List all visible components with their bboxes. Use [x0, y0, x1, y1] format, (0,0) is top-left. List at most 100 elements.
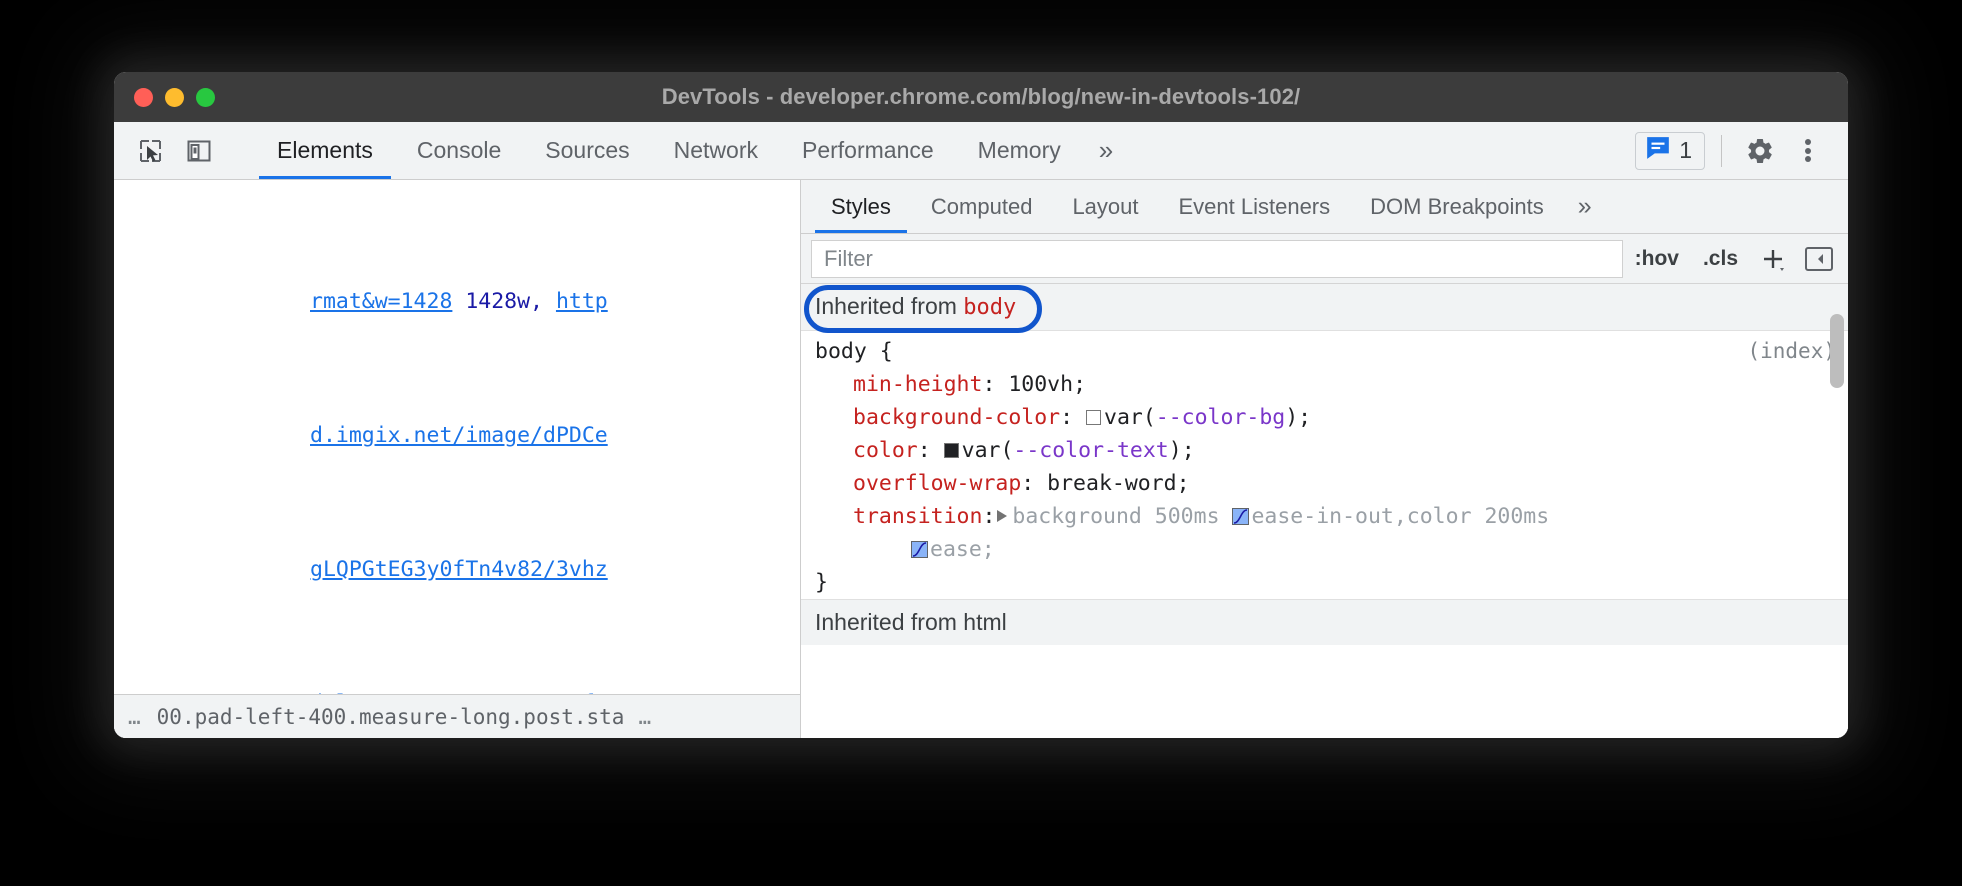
dom-tree-row[interactable]: rmat&w=1428 1428w, http: [114, 285, 800, 319]
inherited-selector[interactable]: body: [963, 295, 1016, 320]
minimize-window-button[interactable]: [165, 88, 184, 107]
css-declaration[interactable]: color: var(--color-text);: [815, 434, 1848, 467]
window-title: DevTools - developer.chrome.com/blog/new…: [114, 84, 1848, 110]
inherited-from-html-header: Inherited from html: [801, 599, 1848, 645]
css-declaration-wrap[interactable]: ease;: [815, 533, 1848, 566]
css-property-name[interactable]: min-height: [853, 372, 982, 397]
css-value-func: var(: [962, 438, 1014, 463]
css-transition-easing-2: ease;: [930, 537, 995, 562]
tab-performance[interactable]: Performance: [780, 122, 956, 179]
css-var-name[interactable]: --color-text: [1013, 438, 1168, 463]
dom-tree-row[interactable]: gLQPGtEG3y0fTn4v82/3vhz: [114, 553, 800, 587]
css-property-value[interactable]: 100vh: [1008, 372, 1073, 397]
issues-button[interactable]: 1: [1635, 132, 1705, 170]
devtools-body: rmat&w=1428 1428w, http d.imgix.net/imag…: [114, 180, 1848, 738]
breadcrumb-item[interactable]: 00.pad-left-400.measure-long.post.sta: [157, 705, 625, 729]
devtools-window: DevTools - developer.chrome.com/blog/new…: [114, 72, 1848, 738]
inherited-from-body-header: Inherited from body: [801, 284, 1848, 331]
tab-dom-breakpoints-label: DOM Breakpoints: [1370, 194, 1544, 220]
tab-event-listeners[interactable]: Event Listeners: [1159, 180, 1351, 233]
breadcrumb[interactable]: … 00.pad-left-400.measure-long.post.sta …: [114, 694, 800, 738]
css-property-name[interactable]: color: [853, 438, 918, 463]
css-selector[interactable]: body: [815, 339, 867, 364]
expand-shorthand-triangle-icon[interactable]: [997, 510, 1007, 522]
css-colon: :: [982, 504, 995, 529]
kebab-menu-icon[interactable]: [1786, 129, 1830, 173]
tab-memory-label: Memory: [978, 137, 1061, 164]
window-titlebar: DevTools - developer.chrome.com/blog/new…: [114, 72, 1848, 122]
css-var-name[interactable]: --color-bg: [1156, 405, 1285, 430]
css-colon: :: [982, 372, 1008, 397]
easing-curve-icon[interactable]: [911, 535, 928, 552]
toolbar-divider-right: [1721, 135, 1722, 167]
close-window-button[interactable]: [134, 88, 153, 107]
toolbar-right-controls: 1: [1635, 122, 1848, 179]
tab-computed-label: Computed: [931, 194, 1033, 220]
css-property-value[interactable]: break-word: [1047, 471, 1176, 496]
tab-elements[interactable]: Elements: [255, 122, 395, 179]
breadcrumb-overflow-right[interactable]: …: [624, 705, 667, 729]
css-semicolon: ;: [1073, 372, 1086, 397]
tab-styles[interactable]: Styles: [811, 180, 911, 233]
tab-layout[interactable]: Layout: [1052, 180, 1158, 233]
css-declaration[interactable]: background-color: var(--color-bg);: [815, 401, 1848, 434]
css-rule-body[interactable]: body { (index) min-height: 100vh; backgr…: [801, 331, 1848, 599]
styles-rules-list[interactable]: Inherited from body body { (index) min-h…: [801, 284, 1848, 738]
device-toolbar-icon[interactable]: [178, 130, 220, 172]
inherited-prefix: Inherited from: [815, 293, 963, 319]
dom-text[interactable]: rmat&w=1428: [310, 289, 452, 314]
hov-toggle-button[interactable]: :hov: [1623, 240, 1691, 278]
css-transition-prop: background 500ms: [1012, 504, 1232, 529]
inspect-cursor-icon[interactable]: [130, 130, 172, 172]
cls-toggle-button[interactable]: .cls: [1691, 240, 1750, 278]
dom-text: 1428w,: [452, 289, 556, 314]
devtools-main-toolbar: Elements Console Sources Network Perform…: [114, 122, 1848, 180]
css-transition-easing: ease-in-out,color 200ms: [1251, 504, 1549, 529]
inherited-from-body-section: Inherited from body: [801, 284, 1848, 331]
tab-console[interactable]: Console: [395, 122, 523, 179]
css-rule-selector-line: body { (index): [815, 335, 1848, 368]
color-swatch-icon[interactable]: [1086, 410, 1101, 425]
main-panel-tabs: Elements Console Sources Network Perform…: [255, 122, 1129, 179]
tab-network-label: Network: [674, 137, 758, 164]
easing-curve-icon[interactable]: [1232, 502, 1249, 519]
css-value-func-close: );: [1169, 438, 1195, 463]
tab-memory[interactable]: Memory: [956, 122, 1083, 179]
css-property-name[interactable]: overflow-wrap: [853, 471, 1021, 496]
tab-dom-breakpoints[interactable]: DOM Breakpoints: [1350, 180, 1564, 233]
gear-icon[interactable]: [1738, 129, 1782, 173]
dom-text[interactable]: http: [556, 289, 608, 314]
css-declaration[interactable]: transition: background 500ms ease-in-out,…: [815, 500, 1848, 533]
tab-event-listeners-label: Event Listeners: [1179, 194, 1331, 220]
dom-text[interactable]: gLQPGtEG3y0fTn4v82/3vhz: [310, 557, 608, 582]
dock-to-right-icon[interactable]: [1796, 239, 1842, 279]
more-tabs-chevron-icon[interactable]: »: [1083, 122, 1129, 179]
styles-toolbar: Filter :hov .cls: [801, 234, 1848, 284]
css-open-brace: {: [867, 339, 893, 364]
css-declaration[interactable]: min-height: 100vh;: [815, 368, 1848, 401]
css-declaration[interactable]: overflow-wrap: break-word;: [815, 467, 1848, 500]
plus-icon[interactable]: [1750, 239, 1796, 279]
inherited-selector-html[interactable]: html: [963, 609, 1006, 635]
css-property-name[interactable]: transition: [853, 504, 982, 529]
styles-sidebar-tabs: Styles Computed Layout Event Listeners D…: [801, 180, 1848, 234]
breadcrumb-overflow-left[interactable]: …: [114, 705, 157, 729]
maximize-window-button[interactable]: [196, 88, 215, 107]
dom-tree-row[interactable]: d.imgix.net/image/dPDCe: [114, 419, 800, 453]
css-property-name[interactable]: background-color: [853, 405, 1060, 430]
css-colon: :: [1060, 405, 1086, 430]
filter-input[interactable]: Filter: [811, 240, 1623, 278]
styles-more-tabs-chevron-icon[interactable]: »: [1564, 180, 1606, 233]
tab-elements-label: Elements: [277, 137, 373, 164]
css-rule-origin[interactable]: (index): [1747, 335, 1836, 368]
dom-tree[interactable]: rmat&w=1428 1428w, http d.imgix.net/imag…: [114, 180, 800, 738]
tab-computed[interactable]: Computed: [911, 180, 1053, 233]
tab-network[interactable]: Network: [652, 122, 780, 179]
inherited-prefix-html: Inherited from: [815, 609, 963, 635]
tab-sources[interactable]: Sources: [523, 122, 651, 179]
color-swatch-icon[interactable]: [944, 443, 959, 458]
css-value-func: var(: [1104, 405, 1156, 430]
dom-text[interactable]: d.imgix.net/image/dPDCe: [310, 423, 608, 448]
styles-scrollbar[interactable]: [1830, 314, 1844, 388]
tab-sources-label: Sources: [545, 137, 629, 164]
